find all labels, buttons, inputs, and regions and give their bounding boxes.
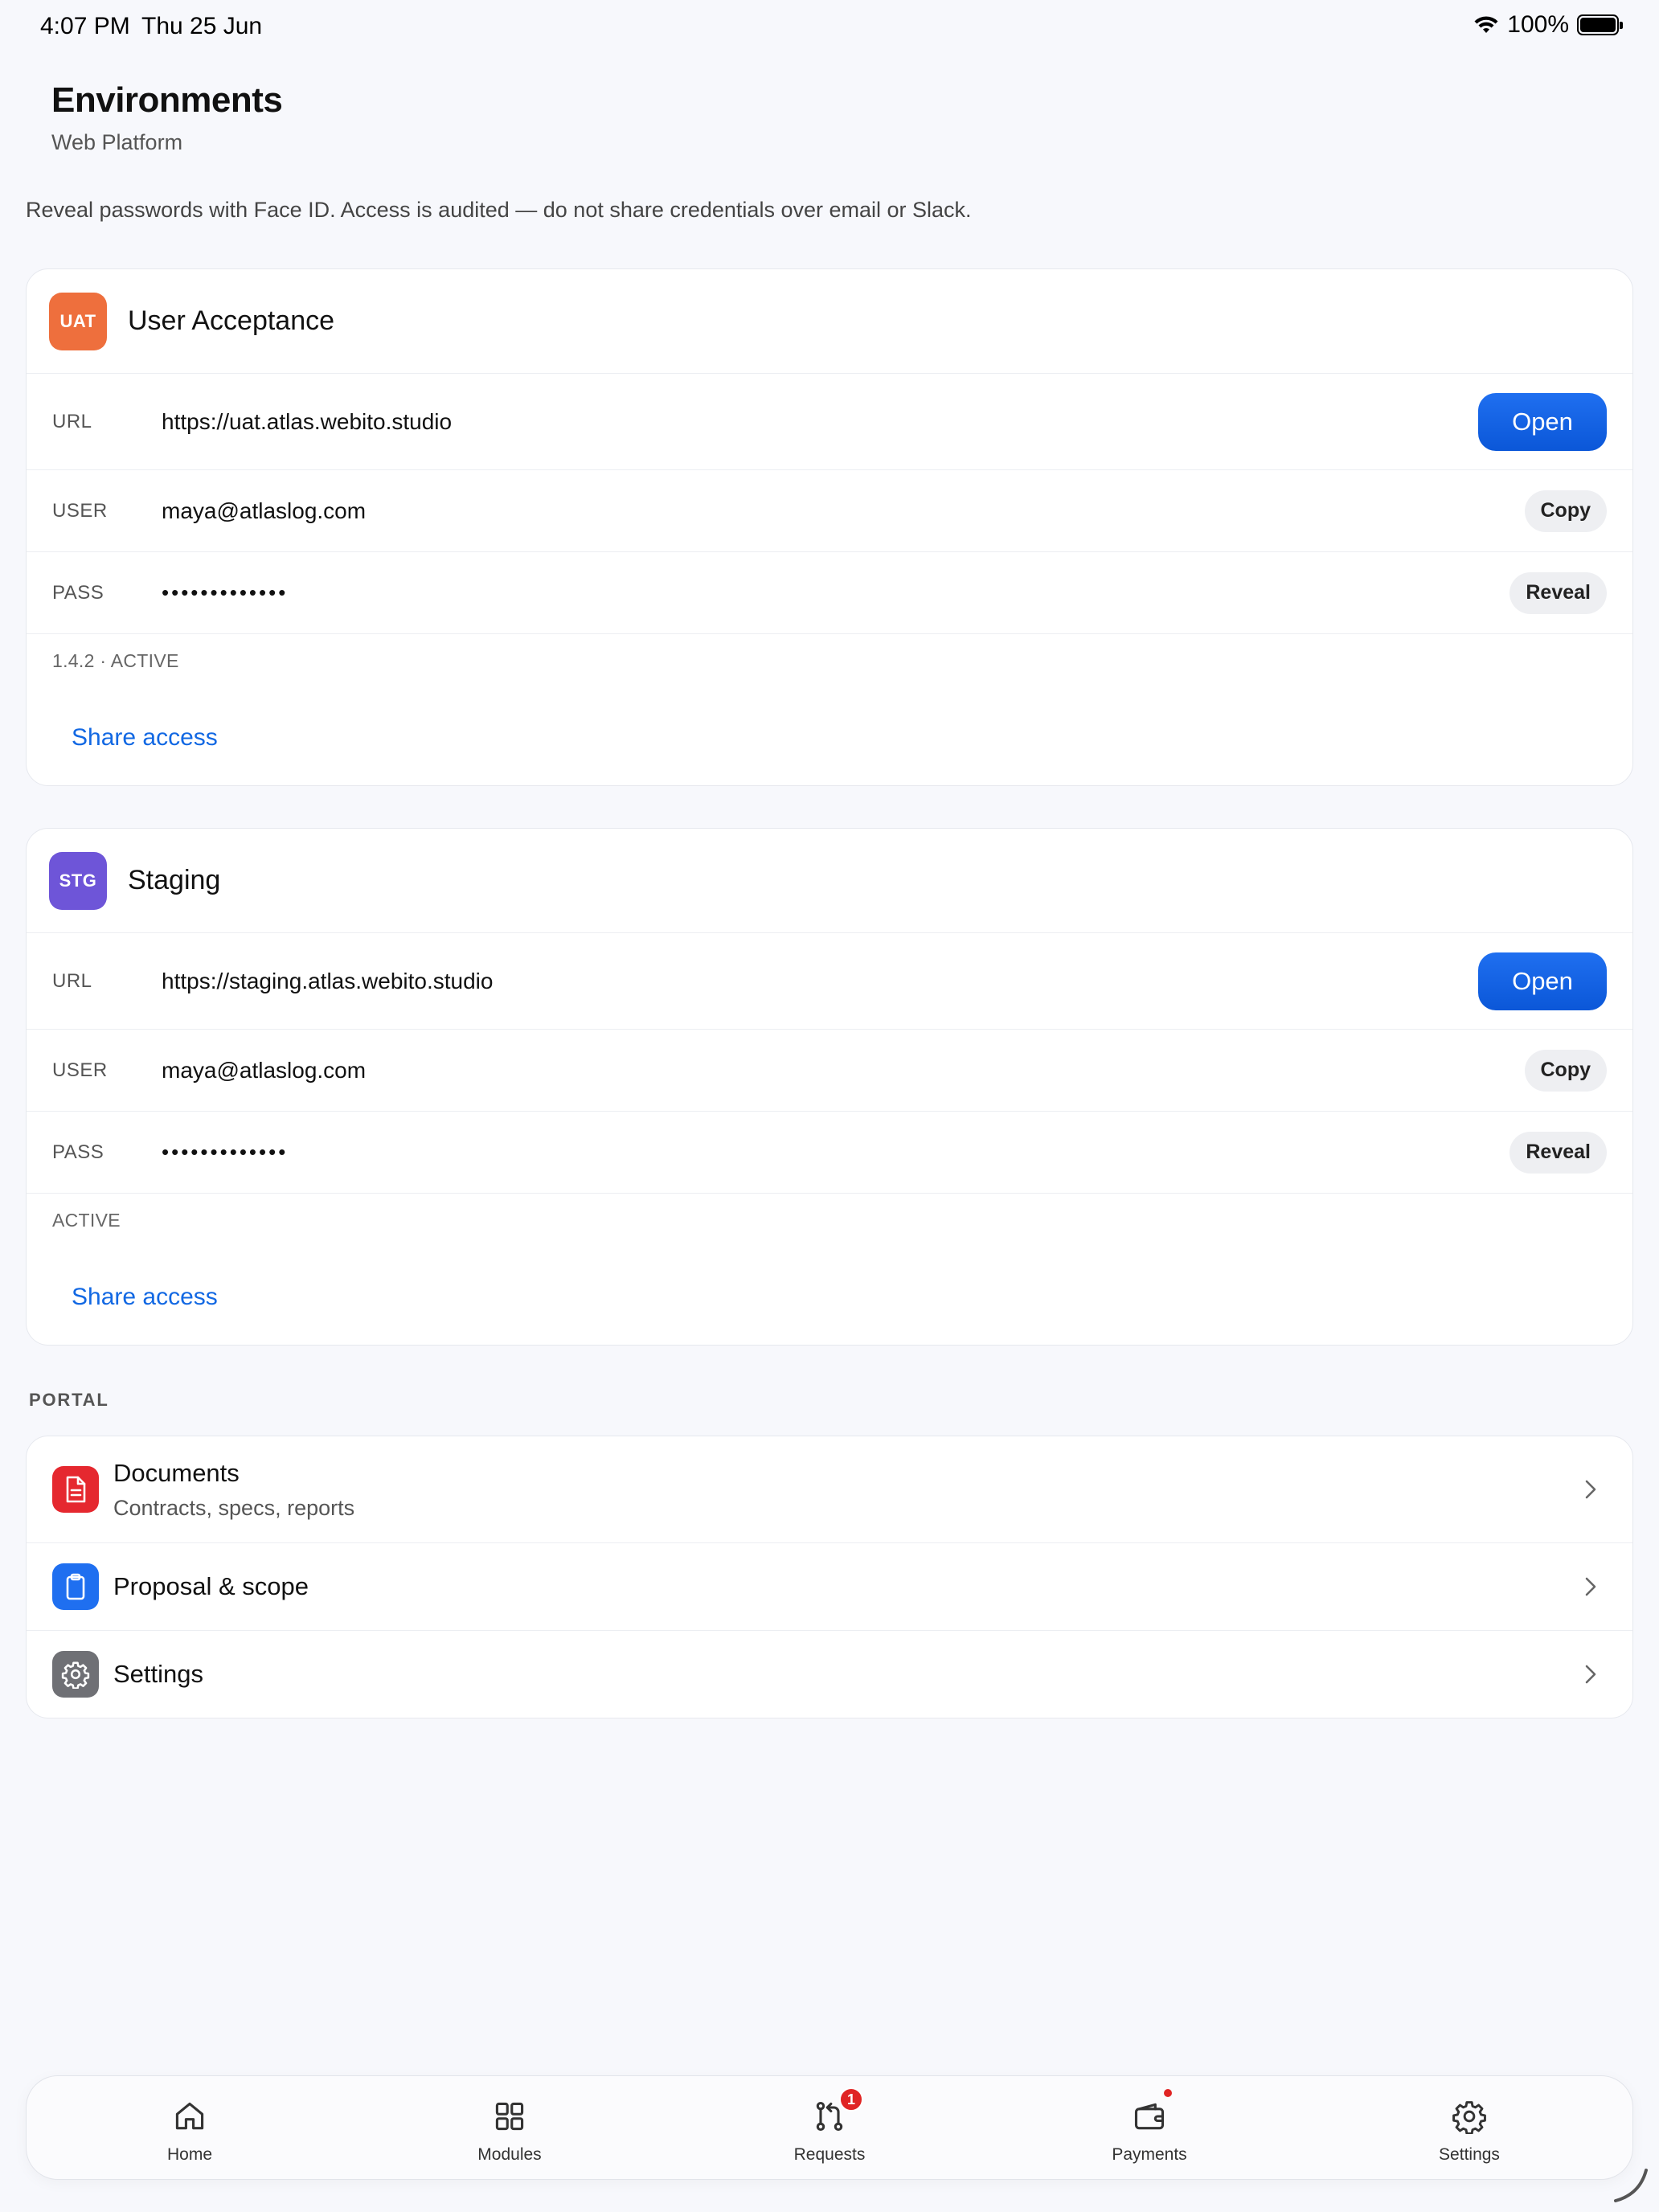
portal-item-title: Documents (113, 1458, 240, 1487)
environment-name: Staging (128, 865, 221, 895)
page-subtitle: Web Platform (51, 130, 183, 154)
portal-item-settings[interactable]: Settings (27, 1631, 1632, 1718)
environment-badge: STG (49, 851, 107, 910)
document-icon (52, 1466, 99, 1513)
environment-meta: 1.4.2 · ACTIVE (52, 650, 179, 671)
security-notice: Reveal passwords with Face ID. Access is… (26, 198, 972, 222)
chevron-right-icon (1585, 1577, 1596, 1596)
portal-item-subtitle: Contracts, specs, reports (113, 1495, 355, 1520)
wifi-icon (1474, 16, 1498, 33)
tab-label: Payments (1112, 2145, 1187, 2164)
pass-label: PASS (52, 581, 104, 604)
pass-value: ••••••••••••• (162, 1140, 289, 1164)
scroll-indicator (1614, 2169, 1648, 2202)
portal-list: Documents Contracts, specs, reports Prop… (26, 1436, 1633, 1718)
user-label: USER (52, 499, 108, 522)
user-row: USER maya@atlaslog.com Copy (27, 470, 1632, 552)
open-button[interactable]: Open (1478, 952, 1607, 1010)
status-bar: 4:07 PM Thu 25 Jun 100% (0, 0, 1659, 51)
reveal-button[interactable]: Reveal (1509, 571, 1607, 614)
portal-item-proposal[interactable]: Proposal & scope (27, 1543, 1632, 1631)
share-access-link[interactable]: Share access (72, 724, 218, 752)
environment-header: UAT User Acceptance (27, 269, 1632, 374)
portal-item-documents[interactable]: Documents Contracts, specs, reports (27, 1436, 1632, 1543)
pass-value: ••••••••••••• (162, 580, 289, 604)
wallet-icon (1061, 2089, 1238, 2136)
portal-item-title: Proposal & scope (113, 1572, 309, 1600)
battery-icon (1577, 14, 1623, 35)
page-title: Environments (51, 80, 283, 120)
grid-icon (421, 2097, 598, 2136)
tab-modules[interactable]: Modules (421, 2097, 598, 2165)
clipboard-icon (52, 1563, 99, 1610)
tab-home[interactable]: Home (101, 2097, 278, 2165)
status-time: 4:07 PM (40, 13, 130, 39)
user-label: USER (52, 1059, 108, 1081)
share-access-link[interactable]: Share access (72, 1284, 218, 1311)
environment-header: STG Staging (27, 829, 1632, 933)
pass-row: PASS ••••••••••••• Reveal (27, 552, 1632, 634)
environment-card-uat: UAT User Acceptance URL https://uat.atla… (26, 268, 1633, 786)
status-right: 100% (1473, 11, 1623, 39)
portal-item-text: Proposal & scope (113, 1572, 309, 1601)
tab-bar: Home Modules 1 Requests Payments Setting… (26, 2075, 1633, 2180)
url-label: URL (52, 410, 92, 432)
status-date: Thu 25 Jun (141, 13, 263, 39)
portal-item-text: Settings (113, 1660, 203, 1689)
url-row: URL https://uat.atlas.webito.studio Open (27, 374, 1632, 470)
pass-label: PASS (52, 1141, 104, 1163)
chevron-right-icon (1585, 1480, 1596, 1499)
user-value: maya@atlaslog.com (162, 1057, 367, 1083)
user-value: maya@atlaslog.com (162, 498, 367, 523)
environment-card-staging: STG Staging URL https://staging.atlas.we… (26, 828, 1633, 1346)
home-icon (101, 2097, 278, 2136)
reveal-button[interactable]: Reveal (1509, 1131, 1607, 1174)
url-value: https://staging.atlas.webito.studio (162, 968, 494, 993)
tab-payments[interactable]: Payments (1061, 2089, 1238, 2165)
tab-settings[interactable]: Settings (1381, 2097, 1558, 2165)
pass-row: PASS ••••••••••••• Reveal (27, 1112, 1632, 1194)
battery-percent: 100% (1507, 11, 1569, 38)
copy-button[interactable]: Copy (1524, 490, 1607, 532)
notification-dot (1164, 2089, 1172, 2097)
chevron-right-icon (1585, 1665, 1596, 1684)
url-row: URL https://staging.atlas.webito.studio … (27, 933, 1632, 1030)
tab-label: Settings (1439, 2145, 1500, 2164)
url-value: https://uat.atlas.webito.studio (162, 408, 453, 434)
environment-badge: UAT (49, 292, 107, 350)
tab-label: Modules (477, 2145, 542, 2164)
gear-icon (52, 1651, 99, 1698)
portal-item-title: Settings (113, 1660, 204, 1688)
tab-label: Requests (793, 2145, 866, 2164)
portal-section-label: PORTAL (29, 1390, 109, 1410)
tab-requests[interactable]: 1 Requests (741, 2087, 918, 2165)
gear-icon (1381, 2097, 1558, 2136)
user-row: USER maya@atlaslog.com Copy (27, 1030, 1632, 1112)
open-button[interactable]: Open (1478, 392, 1607, 451)
url-label: URL (52, 969, 92, 992)
copy-button[interactable]: Copy (1524, 1049, 1607, 1092)
git-pull-request-icon: 1 (741, 2087, 918, 2136)
requests-badge: 1 (839, 2087, 863, 2112)
environment-meta: ACTIVE (52, 1210, 121, 1231)
portal-item-text: Documents Contracts, specs, reports (113, 1459, 354, 1521)
environment-name: User Acceptance (128, 305, 335, 336)
tab-label: Home (166, 2145, 213, 2164)
